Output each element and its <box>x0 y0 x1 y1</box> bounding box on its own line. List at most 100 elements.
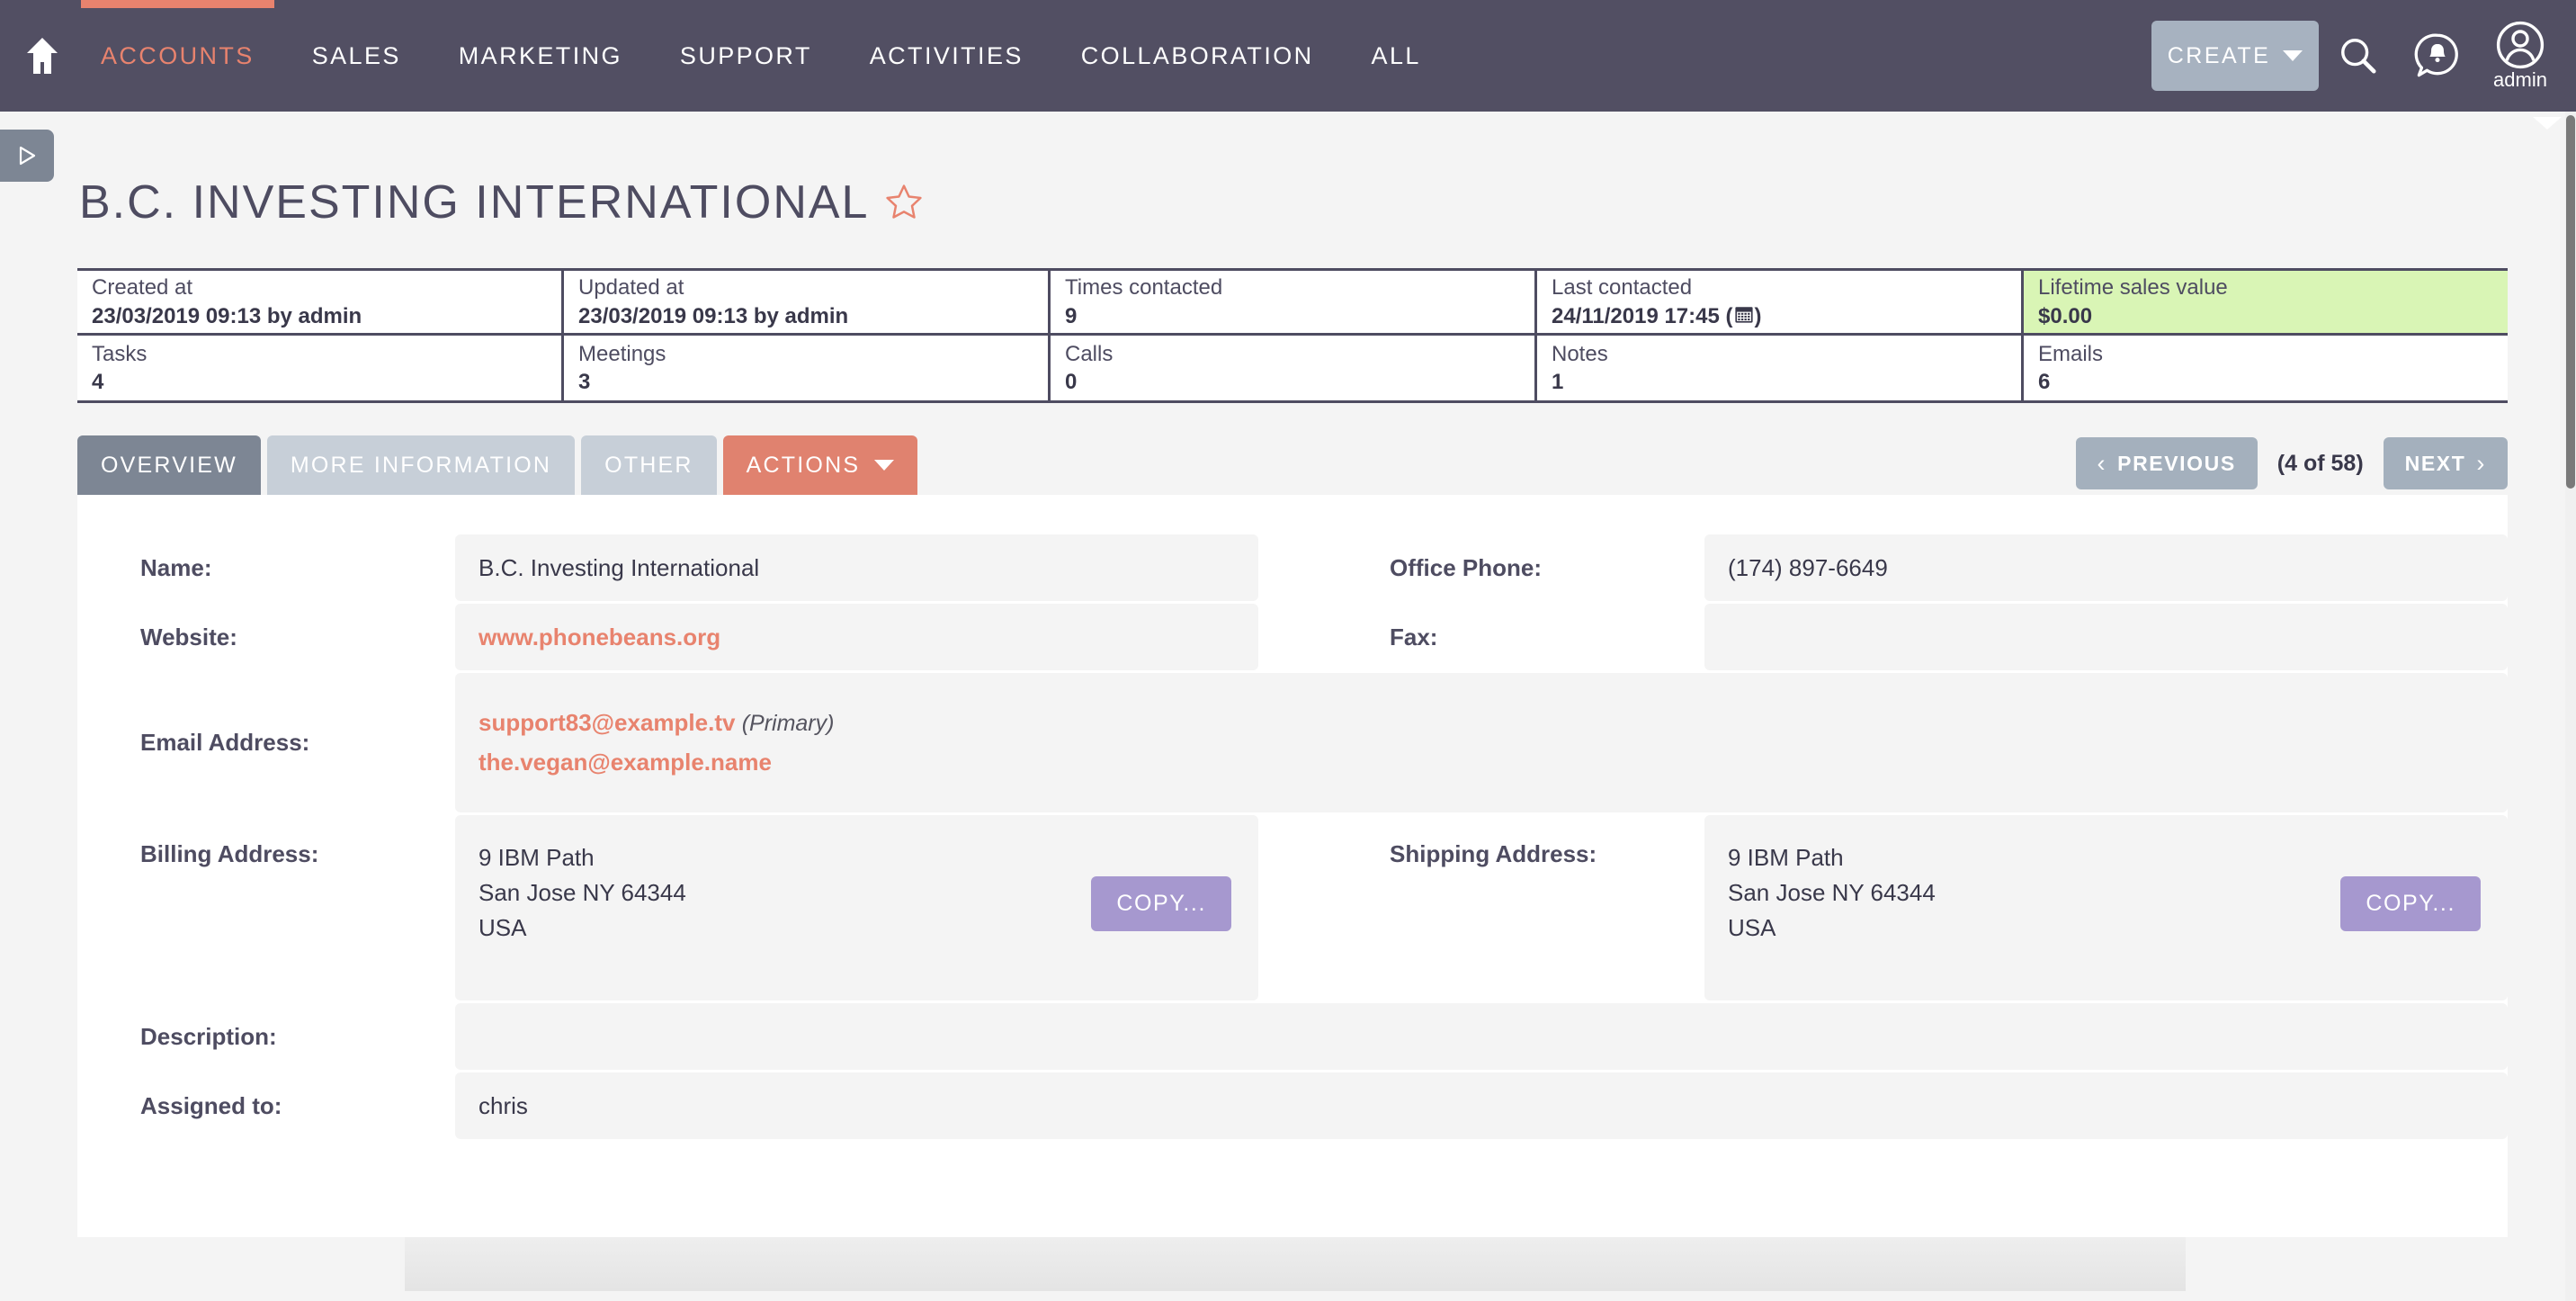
nav-item-support[interactable]: SUPPORT <box>651 0 841 112</box>
search-button[interactable] <box>2319 0 2398 112</box>
next-record-button[interactable]: NEXT › <box>2383 437 2508 489</box>
billing-address-line1: 9 IBM Path <box>479 844 595 871</box>
nav-item-label: ACCOUNTS <box>101 41 255 69</box>
column-gap <box>1258 815 1327 1000</box>
billing-address-label: Billing Address: <box>140 840 319 867</box>
column-gap <box>1258 604 1327 670</box>
summary-cell-lifetime-sales-value: Lifetime sales value $0.00 <box>2021 271 2508 333</box>
description-value[interactable] <box>455 1003 2508 1070</box>
summary-cell-updated-at: Updated at 23/03/2019 09:13 by admin <box>561 271 1048 333</box>
scroll-down-arrow-icon[interactable] <box>2533 117 2562 130</box>
vertical-scrollbar-thumb[interactable] <box>2566 115 2575 489</box>
email-label: Email Address: <box>140 729 310 756</box>
actions-dropdown-button[interactable]: ACTIONS <box>722 435 918 495</box>
summary-label: Updated at <box>578 275 684 301</box>
fax-value[interactable] <box>1704 604 2508 670</box>
user-name-label: admin <box>2493 68 2547 91</box>
search-icon <box>2341 39 2376 74</box>
summary-label: Lifetime sales value <box>2038 275 2228 301</box>
sidebar-expand-button[interactable] <box>0 130 54 182</box>
assigned-to-value[interactable]: chris <box>455 1072 2508 1139</box>
summary-value-suffix: ) <box>1754 303 1762 328</box>
email-primary-link[interactable]: support83@example.tv <box>479 709 735 736</box>
tab-label: OTHER <box>604 452 693 478</box>
form-row-assigned-to: Assigned to: chris <box>77 1072 2508 1139</box>
email-secondary-link[interactable]: the.vegan@example.name <box>479 749 772 776</box>
form-field-description: Description: <box>77 1003 2508 1070</box>
summary-value: 3 <box>578 370 591 394</box>
name-label: Name: <box>140 553 212 581</box>
next-button-label: NEXT <box>2404 451 2466 475</box>
email-value[interactable]: support83@example.tv (Primary) the.vegan… <box>455 673 2508 812</box>
form-row-addresses: Billing Address: 9 IBM Path San Jose NY … <box>77 815 2508 1000</box>
nav-item-activities[interactable]: ACTIVITIES <box>841 0 1052 112</box>
summary-value: 1 <box>1552 370 1564 394</box>
summary-value: 23/03/2019 09:13 by admin <box>578 303 849 328</box>
summary-cell-emails: Emails 6 <box>2021 336 2508 400</box>
favorite-button[interactable] <box>883 182 925 223</box>
billing-address-copy-button[interactable]: COPY... <box>1091 876 1231 931</box>
calendar-icon <box>1734 306 1753 323</box>
nav-right-actions: CREATE admin <box>2151 0 2576 112</box>
nav-item-sales[interactable]: SALES <box>283 0 430 112</box>
nav-item-all[interactable]: ALL <box>1343 0 1450 112</box>
tab-more-information[interactable]: MORE INFORMATION <box>266 435 576 495</box>
chevron-down-icon <box>2283 50 2303 61</box>
summary-row-1: Created at 23/03/2019 09:13 by admin Upd… <box>77 271 2508 336</box>
home-button[interactable] <box>13 0 72 112</box>
form-row-email: Email Address: support83@example.tv (Pri… <box>77 673 2508 812</box>
user-menu[interactable]: admin <box>2477 0 2563 112</box>
notification-bell-icon <box>2414 33 2458 77</box>
chevron-left-icon: ‹ <box>2097 449 2107 477</box>
nav-item-collaboration[interactable]: COLLABORATION <box>1052 0 1343 112</box>
form-field-fax: Fax: <box>1327 604 2508 670</box>
billing-address-value[interactable]: 9 IBM Path San Jose NY 64344 USA COPY... <box>455 815 1258 1000</box>
tab-label: OVERVIEW <box>101 452 237 478</box>
form-field-website: Website: www.phonebeans.org <box>77 604 1258 670</box>
nav-item-accounts[interactable]: ACCOUNTS <box>72 0 283 112</box>
name-value[interactable]: B.C. Investing International <box>455 534 1258 601</box>
tab-other[interactable]: OTHER <box>581 435 717 495</box>
summary-label: Notes <box>1552 341 1608 366</box>
website-link[interactable]: www.phonebeans.org <box>479 624 1235 651</box>
previous-record-button[interactable]: ‹ PREVIOUS <box>2075 437 2258 489</box>
tab-overview[interactable]: OVERVIEW <box>77 435 261 495</box>
summary-label: Times contacted <box>1065 275 1223 301</box>
record-position-label: (4 of 58) <box>2276 450 2364 476</box>
summary-value: 24/11/2019 17:45 () <box>1552 302 2007 330</box>
vertical-scrollbar[interactable] <box>2565 112 2576 1301</box>
form-row-name-phone: Name: B.C. Investing International Offic… <box>77 534 2508 601</box>
nav-item-label: COLLABORATION <box>1080 41 1314 69</box>
form-field-billing-address: Billing Address: 9 IBM Path San Jose NY … <box>77 815 1258 1000</box>
shipping-address-value[interactable]: 9 IBM Path San Jose NY 64344 USA COPY... <box>1704 815 2508 1000</box>
nav-item-label: SALES <box>311 41 401 69</box>
summary-value-text: 24/11/2019 17:45 ( <box>1552 303 1733 328</box>
summary-row-2: Tasks 4 Meetings 3 Calls 0 Notes 1 Email… <box>77 336 2508 400</box>
create-button[interactable]: CREATE <box>2151 21 2319 91</box>
shipping-address-copy-button[interactable]: COPY... <box>2340 876 2481 931</box>
assigned-to-value-text: chris <box>479 1091 528 1119</box>
summary-label: Last contacted <box>1552 275 1693 301</box>
record-summary-table: Created at 23/03/2019 09:13 by admin Upd… <box>77 268 2508 403</box>
nav-item-label: ALL <box>1371 41 1421 69</box>
page-header: B.C. INVESTING INTERNATIONAL <box>79 175 925 229</box>
nav-item-label: ACTIVITIES <box>869 41 1024 69</box>
form-field-office-phone: Office Phone: (174) 897-6649 <box>1327 534 2508 601</box>
office-phone-value[interactable]: (174) 897-6649 <box>1704 534 2508 601</box>
tab-bar: OVERVIEW MORE INFORMATION OTHER ACTIONS … <box>77 435 2508 495</box>
previous-button-label: PREVIOUS <box>2117 451 2236 475</box>
summary-value: 6 <box>2038 370 2051 394</box>
nav-item-marketing[interactable]: MARKETING <box>430 0 651 112</box>
nav-item-label: MARKETING <box>458 41 622 69</box>
summary-value: 23/03/2019 09:13 by admin <box>92 303 362 328</box>
summary-label: Calls <box>1065 341 1114 366</box>
create-button-label: CREATE <box>2167 42 2271 68</box>
chevron-right-icon: › <box>2476 449 2486 477</box>
name-value-text: B.C. Investing International <box>479 553 760 581</box>
summary-value: $0.00 <box>2038 303 2093 328</box>
summary-cell-last-contacted: Last contacted 24/11/2019 17:45 () <box>1534 271 2021 333</box>
website-value[interactable]: www.phonebeans.org <box>455 604 1258 670</box>
notifications-button[interactable] <box>2398 0 2477 112</box>
summary-cell-calls: Calls 0 <box>1048 336 1534 400</box>
office-phone-value-text: (174) 897-6649 <box>1728 553 1888 581</box>
